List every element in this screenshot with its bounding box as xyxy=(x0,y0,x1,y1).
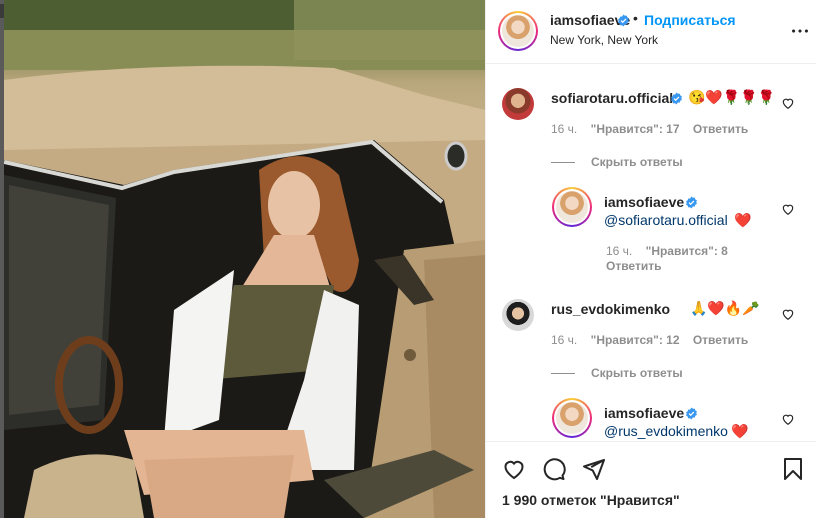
comment-text: 🙏❤️🔥🥕 xyxy=(690,300,760,316)
follow-button[interactable]: Подписаться xyxy=(644,12,736,28)
reply-author-avatar[interactable] xyxy=(552,398,592,438)
reply-author-avatar[interactable] xyxy=(552,187,592,227)
replies-divider xyxy=(551,373,575,375)
commenter-avatar[interactable] xyxy=(502,299,534,331)
comment-username[interactable]: sofiarotaru.official xyxy=(551,90,673,106)
comment-time: 16 ч. xyxy=(551,122,578,136)
reply-heart-icon[interactable] xyxy=(781,412,795,426)
verified-badge-icon xyxy=(671,92,682,105)
reply-time: 16 ч. xyxy=(606,244,633,258)
reply-heart-icon[interactable] xyxy=(781,202,795,216)
post-photo[interactable] xyxy=(4,0,485,518)
verified-badge-icon xyxy=(686,196,697,209)
post-side-panel: iamsofiaeve • Подписаться New York, New … xyxy=(485,0,816,518)
comment-heart-icon[interactable] xyxy=(781,307,795,321)
hide-replies-label: Скрыть ответы xyxy=(591,155,683,169)
more-options-icon[interactable] xyxy=(789,20,811,42)
reply-username[interactable]: iamsofiaeve xyxy=(604,405,684,421)
hide-replies-button[interactable]: Скрыть ответы xyxy=(551,155,683,169)
comment-meta: 16 ч. "Нравится": 12 Ответить xyxy=(551,333,758,347)
comment-meta: 16 ч. "Нравится": 17 Ответить xyxy=(551,122,758,136)
share-icon[interactable] xyxy=(582,457,606,481)
reply-likes-count[interactable]: "Нравится": 8 xyxy=(646,244,728,258)
post-photo-illustration xyxy=(4,0,485,518)
author-avatar[interactable] xyxy=(498,11,538,51)
verified-badge-icon xyxy=(686,407,697,420)
comment-icon[interactable] xyxy=(542,457,566,481)
comment-text: 😘❤️🌹🌹🌹 xyxy=(688,89,776,105)
reply-button[interactable]: Ответить xyxy=(606,259,661,273)
replies-divider xyxy=(551,162,575,164)
post-header: iamsofiaeve • Подписаться New York, New … xyxy=(486,0,816,64)
reply-text: ❤️ xyxy=(731,423,749,439)
reply-username[interactable]: iamsofiaeve xyxy=(604,194,684,210)
hide-replies-button[interactable]: Скрыть ответы xyxy=(551,366,683,380)
hide-replies-label: Скрыть ответы xyxy=(591,366,683,380)
reply-button[interactable]: Ответить xyxy=(693,333,748,347)
reply-mention-link[interactable]: @sofiarotaru.official xyxy=(604,212,728,228)
comment-likes-count[interactable]: "Нравится": 12 xyxy=(591,333,680,347)
comments-list: sofiarotaru.official 😘❤️🌹🌹🌹 16 ч. "Нрави… xyxy=(486,64,816,441)
post-actions-bar: 1 990 отметок "Нравится" xyxy=(486,441,816,518)
likes-count[interactable]: 1 990 отметок "Нравится" xyxy=(502,492,680,508)
commenter-avatar[interactable] xyxy=(502,88,534,120)
reply-text: ❤️ xyxy=(734,212,752,228)
comment-heart-icon[interactable] xyxy=(781,96,795,110)
post-modal: iamsofiaeve • Подписаться New York, New … xyxy=(0,0,816,518)
verified-badge-icon xyxy=(618,14,629,27)
comment-username[interactable]: rus_evdokimenko xyxy=(551,301,670,317)
separator-dot: • xyxy=(633,10,638,26)
reply-button[interactable]: Ответить xyxy=(693,122,748,136)
bookmark-icon[interactable] xyxy=(781,457,805,481)
heart-icon[interactable] xyxy=(502,457,526,481)
reply-mention-link[interactable]: @rus_evdokimenko xyxy=(604,423,728,439)
reply-meta: 16 ч. "Нравится": 8 xyxy=(606,244,738,258)
comment-time: 16 ч. xyxy=(551,333,578,347)
post-location[interactable]: New York, New York xyxy=(550,33,658,47)
comment-likes-count[interactable]: "Нравится": 17 xyxy=(591,122,680,136)
